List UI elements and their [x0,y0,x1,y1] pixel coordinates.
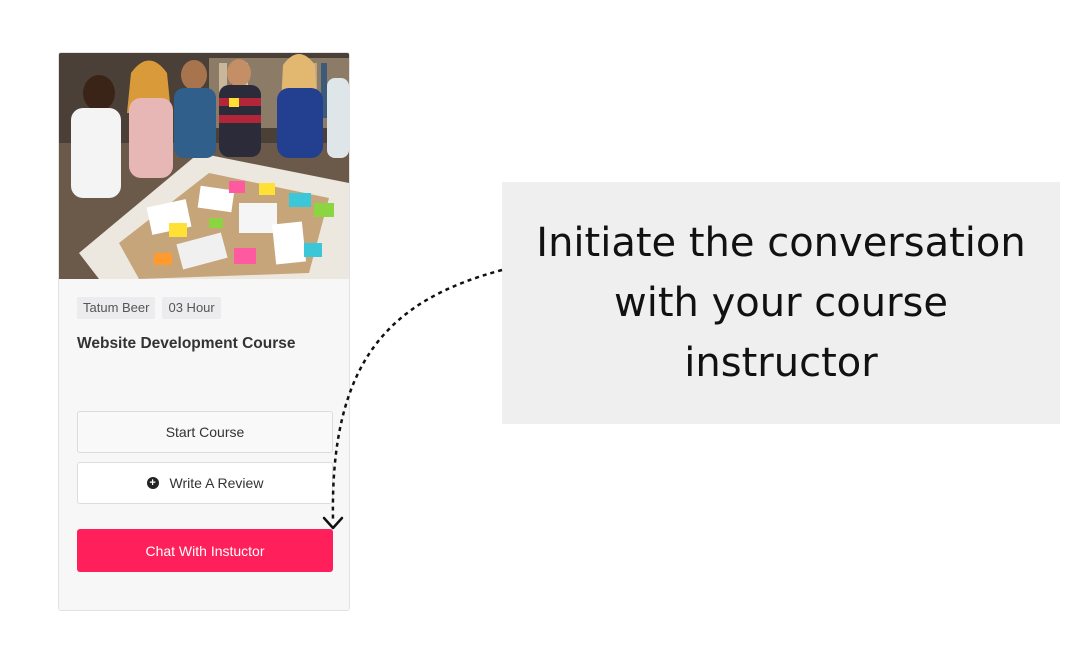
tutorial-callout: Initiate the conversation with your cour… [502,182,1060,424]
start-course-button[interactable]: Start Course [77,411,333,453]
write-review-label: Write A Review [169,475,264,491]
duration-tag: 03 Hour [162,297,221,319]
tutorial-stage: Tatum Beer 03 Hour Website Development C… [0,0,1084,648]
write-review-button[interactable]: + Write A Review [77,462,333,504]
callout-text: Initiate the conversation with your cour… [536,220,1026,386]
chat-button-label: Chat With Instuctor [145,542,265,559]
course-image [59,53,349,279]
chat-with-instructor-button[interactable]: Chat With Instuctor [77,529,333,572]
instructor-tag: Tatum Beer [77,297,156,319]
course-card: Tatum Beer 03 Hour Website Development C… [58,52,350,611]
course-photo [59,53,349,279]
course-tags: Tatum Beer 03 Hour [77,297,221,319]
start-course-label: Start Course [165,424,245,440]
plus-circle-icon: + [146,477,159,489]
course-title: Website Development Course [77,335,296,352]
